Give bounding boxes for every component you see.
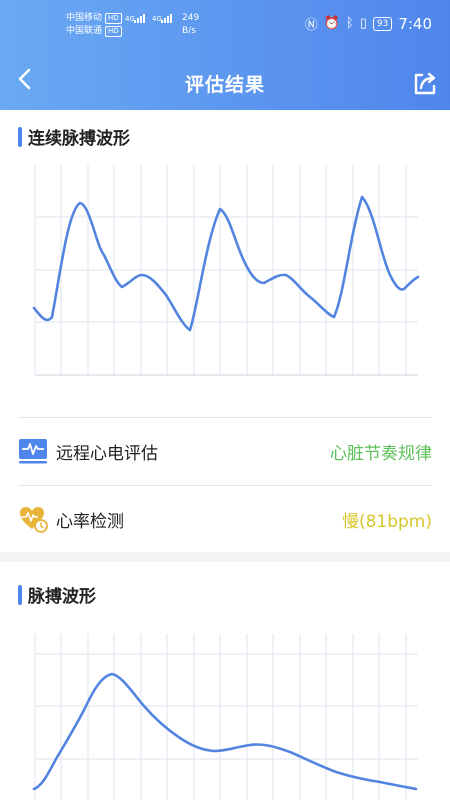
carrier-2-label: 中国联通 bbox=[66, 26, 103, 36]
bluetooth-icon: ᛒ bbox=[345, 16, 354, 31]
heart-rate-row[interactable]: 心率检测 慢(81bpm) bbox=[18, 486, 432, 552]
battery-icon: 93 bbox=[372, 16, 393, 31]
continuous-pulse-card: 连续脉搏波形 远程心电评估 心脏节奏规律 心率检测 慢(81bpm) bbox=[0, 110, 450, 552]
alarm-icon: ⏰ bbox=[323, 16, 340, 31]
continuous-pulse-chart bbox=[32, 165, 420, 376]
carrier-1-label: 中国移动 bbox=[66, 13, 103, 23]
carrier-info: 中国移动 HD 中国联通 HD bbox=[66, 12, 122, 38]
ecg-assessment-row[interactable]: 远程心电评估 心脏节奏规律 bbox=[18, 418, 432, 484]
signal-2-icon bbox=[161, 14, 172, 23]
ecg-assessment-label: 远程心电评估 bbox=[56, 443, 158, 464]
pulse-waveform-line bbox=[32, 672, 418, 791]
ecg-assessment-value: 心脏节奏规律 bbox=[330, 443, 432, 464]
chart-grid bbox=[34, 165, 418, 376]
chart-grid bbox=[34, 634, 418, 800]
continuous-pulse-title: 连续脉搏波形 bbox=[28, 129, 130, 149]
section-accent-bar bbox=[18, 584, 22, 605]
speed-value: 249 bbox=[182, 13, 200, 23]
pulse-waveform-section-title: 脉搏波形 bbox=[18, 582, 96, 607]
continuous-pulse-section-title: 连续脉搏波形 bbox=[18, 124, 130, 149]
share-button[interactable] bbox=[410, 68, 440, 98]
nfc-icon: Ⓝ bbox=[304, 18, 318, 33]
heart-rate-label: 心率检测 bbox=[56, 511, 124, 532]
ecg-monitor-icon bbox=[19, 439, 47, 464]
clock-time: 7:40 bbox=[398, 14, 432, 33]
network-speed: 249 B/s bbox=[182, 12, 199, 38]
hd-badge-1: HD bbox=[105, 13, 122, 24]
hd-badge-2: HD bbox=[105, 26, 122, 37]
app-header: 中国移动 HD 中国联通 HD 4G 4G 249 B/s Ⓝ ⏰ ᛒ ▯ 93… bbox=[0, 0, 450, 110]
page-title: 评估结果 bbox=[184, 74, 265, 96]
share-icon bbox=[414, 72, 436, 95]
pulse-waveform-card: 脉搏波形 bbox=[0, 562, 450, 800]
heart-rate-icon bbox=[20, 507, 48, 533]
pulse-waveform-title: 脉搏波形 bbox=[28, 587, 96, 607]
section-accent-bar bbox=[18, 126, 22, 147]
section-gap bbox=[0, 552, 450, 562]
speed-unit: B/s bbox=[182, 26, 196, 36]
status-bar: 中国移动 HD 中国联通 HD 4G 4G 249 B/s Ⓝ ⏰ ᛒ ▯ 93… bbox=[0, 0, 450, 50]
status-icons: Ⓝ ⏰ ᛒ ▯ 93 7:40 bbox=[304, 14, 432, 34]
pulse-waveform-chart bbox=[32, 634, 418, 800]
signal-1-icon bbox=[134, 14, 145, 23]
heart-rate-value: 慢(81bpm) bbox=[341, 511, 432, 532]
nav-bar: 评估结果 bbox=[0, 52, 450, 110]
vibrate-icon: ▯ bbox=[359, 16, 367, 31]
